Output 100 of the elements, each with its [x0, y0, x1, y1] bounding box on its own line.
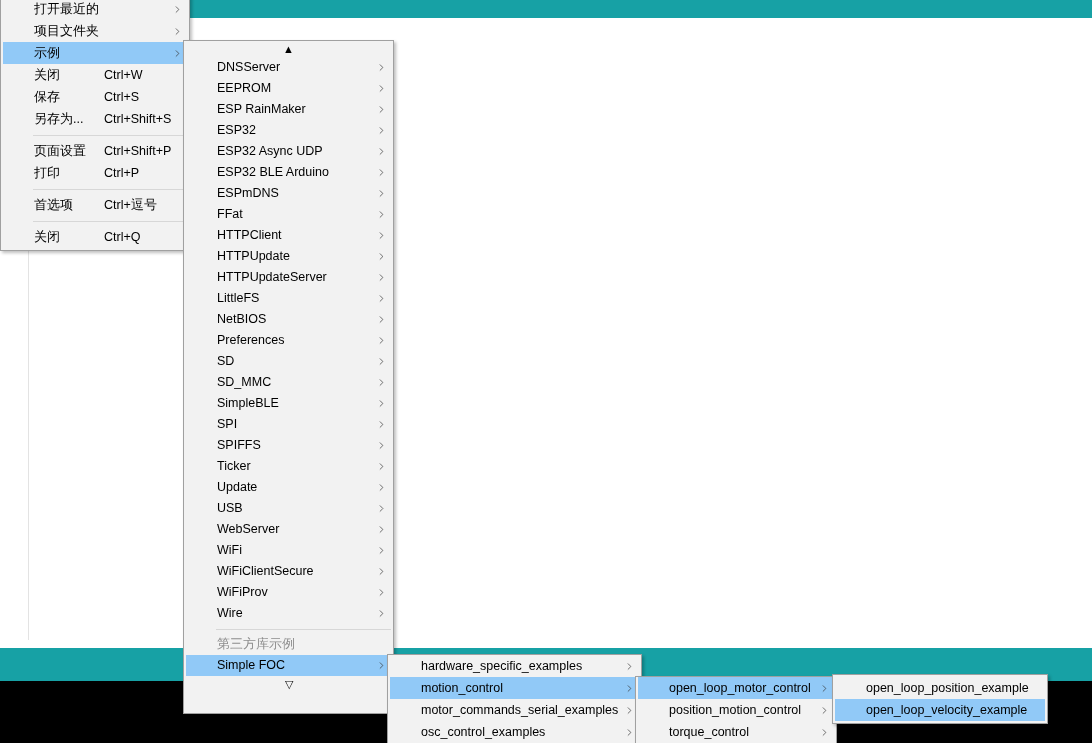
- shortcut-label: Ctrl+P: [103, 164, 141, 182]
- menu-item[interactable]: HTTPUpdate: [186, 246, 391, 267]
- menu-item-label: 首选项: [34, 196, 73, 214]
- menu-item[interactable]: WiFiProv: [186, 582, 391, 603]
- menu-item[interactable]: torque_control: [638, 721, 834, 743]
- menu-item-label: 保存: [34, 88, 60, 106]
- menu-item[interactable]: Update: [186, 477, 391, 498]
- scroll-arrow[interactable]: ▲: [283, 43, 294, 55]
- menu-item-label: ESP32: [217, 122, 256, 140]
- menu-item[interactable]: Ticker: [186, 456, 391, 477]
- menu-item[interactable]: WiFiClientSecure: [186, 561, 391, 582]
- menu-item[interactable]: SPI: [186, 414, 391, 435]
- menu-item-label: Ticker: [217, 458, 251, 476]
- menu-item-label: LittleFS: [217, 290, 260, 308]
- menu-item[interactable]: Preferences: [186, 330, 391, 351]
- menu-item-label: 打开最近的: [34, 0, 99, 18]
- menu-item[interactable]: open_loop_motor_control: [638, 677, 834, 699]
- menu-item-label: Wire: [217, 605, 243, 623]
- shortcut-label: Ctrl+S: [103, 88, 141, 106]
- menu-item-label: SD_MMC: [217, 374, 272, 392]
- menu-item-label: 项目文件夹: [34, 22, 99, 40]
- menu-item-label: SimpleBLE: [217, 395, 279, 413]
- menu-item-label: SPIFFS: [217, 437, 261, 455]
- menu-item-label: HTTPUpdate: [217, 248, 290, 266]
- shortcut-label: Ctrl+Shift+P: [103, 142, 173, 160]
- menu-item[interactable]: 项目文件夹: [3, 20, 187, 42]
- menu-item-label: osc_control_examples: [421, 723, 546, 741]
- menu-item-label: EEPROM: [217, 80, 272, 98]
- menu-item-label: SD: [217, 353, 235, 371]
- menu-item[interactable]: 保存 Ctrl+S: [3, 86, 187, 108]
- menu-item[interactable]: HTTPClient: [186, 225, 391, 246]
- shortcut-label: Ctrl+W: [103, 66, 144, 84]
- menu-item-label: WiFi: [217, 542, 242, 560]
- menu-item-label: 另存为...: [34, 110, 84, 128]
- menu-item[interactable]: SPIFFS: [186, 435, 391, 456]
- menu-item[interactable]: ESPmDNS: [186, 183, 391, 204]
- menu-item[interactable]: EEPROM: [186, 78, 391, 99]
- menu-item-label: SPI: [217, 416, 238, 434]
- menu-item-label: FFat: [217, 206, 243, 224]
- menu-item[interactable]: hardware_specific_examples: [390, 655, 639, 677]
- menu-item[interactable]: ESP32 Async UDP: [186, 141, 391, 162]
- menu-item[interactable]: 另存为... Ctrl+Shift+S: [3, 108, 187, 130]
- menu-item-label: 打印: [34, 164, 60, 182]
- menu-item-label: motion_control: [421, 679, 503, 697]
- shortcut-label: Ctrl+Shift+S: [103, 110, 173, 128]
- menu-item[interactable]: 打开最近的: [3, 0, 187, 20]
- menu-item-label: WebServer: [217, 521, 280, 539]
- menu-item-label: ESPmDNS: [217, 185, 279, 203]
- menu-item[interactable]: motor_commands_serial_examples: [390, 699, 639, 721]
- chevron-right-icon: [376, 503, 387, 514]
- menu-item-label: DNSServer: [217, 59, 281, 77]
- menu-item[interactable]: open_loop_position_example: [835, 677, 1045, 699]
- menu-item[interactable]: HTTPUpdateServer: [186, 267, 391, 288]
- menu-item-label: HTTPClient: [217, 227, 282, 245]
- menu-item[interactable]: osc_control_examples: [390, 721, 639, 743]
- menu-item[interactable]: 关闭 Ctrl+W: [3, 64, 187, 86]
- menu-item-label: USB: [217, 500, 243, 518]
- menu-item[interactable]: position_motion_control: [638, 699, 834, 721]
- menu-item-label: Simple FOC: [217, 657, 286, 675]
- menu-item[interactable]: 打印 Ctrl+P: [3, 162, 187, 184]
- menu-item[interactable]: USB: [186, 498, 391, 519]
- menu-section-header: 第三方库示例: [217, 636, 295, 654]
- menu-item[interactable]: DNSServer: [186, 57, 391, 78]
- menu-item-label: WiFiClientSecure: [217, 563, 314, 581]
- menu-item[interactable]: WiFi: [186, 540, 391, 561]
- menu-item-label: position_motion_control: [669, 701, 802, 719]
- menu-item-label: HTTPUpdateServer: [217, 269, 327, 287]
- menu-item-label: hardware_specific_examples: [421, 657, 583, 675]
- shortcut-label: Ctrl+Q: [103, 228, 142, 246]
- scroll-arrow[interactable]: ▽: [284, 678, 293, 690]
- menu-item[interactable]: SD: [186, 351, 391, 372]
- menu-item[interactable]: ESP32 BLE Arduino: [186, 162, 391, 183]
- menu-item[interactable]: NetBIOS: [186, 309, 391, 330]
- menu-item-label: 示例: [34, 44, 60, 62]
- menu-item[interactable]: Wire: [186, 603, 391, 624]
- menu-item-label: WiFiProv: [217, 584, 268, 602]
- menu-item[interactable]: open_loop_velocity_example: [835, 699, 1045, 721]
- menu-item-label: open_loop_position_example: [866, 679, 1029, 697]
- menu-item[interactable]: FFat: [186, 204, 391, 225]
- menu-item[interactable]: 关闭 Ctrl+Q: [3, 226, 187, 248]
- menu-item-label: 页面设置: [34, 142, 86, 160]
- menu-item[interactable]: SimpleBLE: [186, 393, 391, 414]
- menu-item[interactable]: ESP32: [186, 120, 391, 141]
- menu-item-label: open_loop_velocity_example: [866, 701, 1028, 719]
- menu-item-label: 关闭: [34, 228, 60, 246]
- menu-item-label: ESP32 Async UDP: [217, 143, 323, 161]
- menu-item-label: torque_control: [669, 723, 749, 741]
- menu-item[interactable]: ESP RainMaker: [186, 99, 391, 120]
- menu-item[interactable]: SD_MMC: [186, 372, 391, 393]
- menu-item[interactable]: 首选项 Ctrl+逗号: [3, 194, 187, 216]
- menu-item-label: NetBIOS: [217, 311, 267, 329]
- menu-item[interactable]: LittleFS: [186, 288, 391, 309]
- menu-item[interactable]: WebServer: [186, 519, 391, 540]
- menu-item[interactable]: 页面设置 Ctrl+Shift+P: [3, 140, 187, 162]
- menu-item-label: ESP32 BLE Arduino: [217, 164, 329, 182]
- menu-item-label: ESP RainMaker: [217, 101, 306, 119]
- menu-item-label: motor_commands_serial_examples: [421, 701, 619, 719]
- menu-item-label: open_loop_motor_control: [669, 679, 811, 697]
- menu-item-label: Update: [217, 479, 258, 497]
- menu-item-label: Preferences: [217, 332, 285, 350]
